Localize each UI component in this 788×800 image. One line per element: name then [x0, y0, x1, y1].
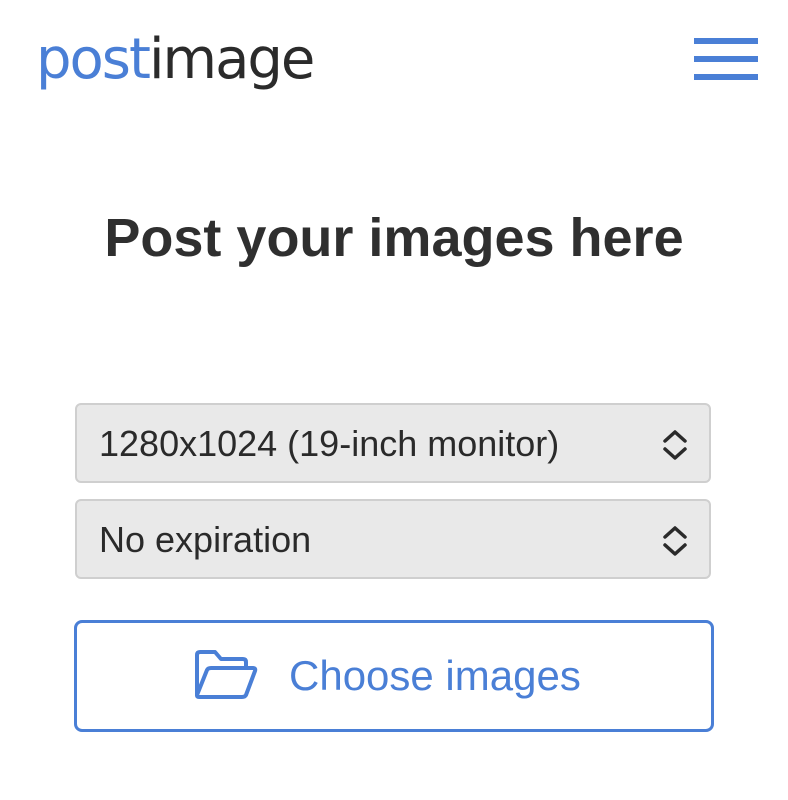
page: postimage Post your images here 1280x102… — [0, 0, 788, 800]
logo-part-post: post — [36, 27, 151, 92]
hamburger-bar-top — [694, 38, 758, 44]
chevron-up-down-icon — [663, 430, 687, 460]
logo[interactable]: postimage — [36, 24, 315, 96]
folder-open-icon — [195, 650, 258, 699]
header: postimage — [0, 0, 788, 120]
chevron-up-down-icon — [663, 526, 687, 556]
hamburger-bar-middle — [694, 56, 758, 62]
menu-button[interactable] — [690, 34, 760, 86]
expiration-select-value: No expiration — [99, 519, 312, 560]
choose-images-label: Choose images — [289, 652, 581, 699]
hamburger-bar-bottom — [694, 74, 758, 80]
resize-select-value: 1280x1024 (19-inch monitor) — [99, 423, 560, 464]
resize-select[interactable]: 1280x1024 (19-inch monitor) — [75, 403, 711, 483]
choose-images-button[interactable]: Choose images — [74, 620, 714, 732]
logo-part-image: image — [148, 27, 315, 92]
page-title: Post your images here — [104, 208, 684, 268]
expiration-select[interactable]: No expiration — [75, 499, 711, 579]
